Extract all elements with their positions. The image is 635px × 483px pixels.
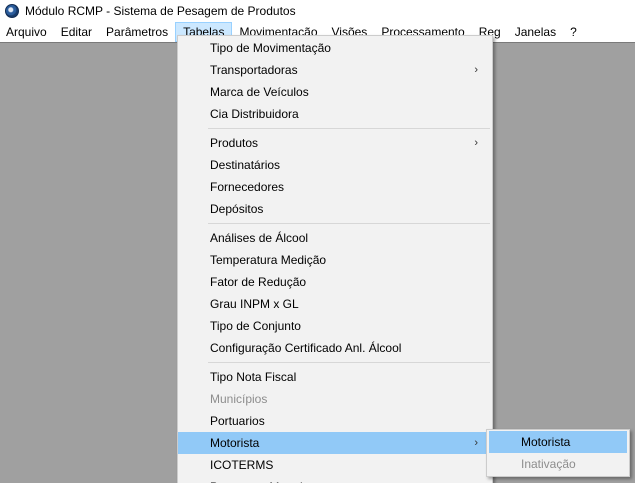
menu-item-label: Motorista <box>210 436 260 450</box>
menu-arquivo[interactable]: Arquivo <box>0 22 54 42</box>
menu-item-municipios: Municípios <box>178 388 492 410</box>
menu-separator <box>178 220 492 227</box>
submenu-arrow-icon: › <box>474 137 478 149</box>
menu-item-label: Tipo Nota Fiscal <box>210 370 297 384</box>
menu-item-label: Tipo de Movimentação <box>210 41 331 55</box>
menu-item-temperatura-medicao[interactable]: Temperatura Medição <box>178 249 492 271</box>
menu-item-label: Fator de Redução <box>210 275 307 289</box>
menu-item-tipo-nota-fiscal[interactable]: Tipo Nota Fiscal <box>178 366 492 388</box>
menu-item-label: Marca de Veículos <box>210 85 309 99</box>
menu-item-fator-de-reducao[interactable]: Fator de Redução <box>178 271 492 293</box>
title-bar: Módulo RCMP - Sistema de Pesagem de Prod… <box>0 0 635 22</box>
menu-item-configuracao-certificado-anl-alcool[interactable]: Configuração Certificado Anl. Álcool <box>178 337 492 359</box>
menu-item-label: Análises de Álcool <box>210 231 309 245</box>
menu-item-label: Fornecedores <box>210 180 285 194</box>
menu-editar[interactable]: Editar <box>54 22 99 42</box>
menu-janelas[interactable]: Janelas <box>508 22 563 42</box>
menu-item-label: Destinatários <box>210 158 281 172</box>
submenu-item-motorista[interactable]: Motorista <box>489 431 627 453</box>
menu-item-icoterms[interactable]: ICOTERMS <box>178 454 492 476</box>
submenu-item-inativacao: Inativação <box>521 457 576 471</box>
menu-item-label: Municípios <box>210 392 268 406</box>
menu-item-portuarios[interactable]: Portuarios <box>178 410 492 432</box>
menu-item-transportadoras[interactable]: Transportadoras › <box>178 59 492 81</box>
menu-item-label: Temperatura Medição <box>210 253 327 267</box>
menu-help[interactable]: ? <box>563 22 584 42</box>
menu-item-fornecedores[interactable]: Fornecedores <box>178 176 492 198</box>
menu-item-destinatarios[interactable]: Destinatários <box>178 154 492 176</box>
menu-item-grau-inpm-x-gl[interactable]: Grau INPM x GL <box>178 293 492 315</box>
menu-separator <box>178 359 492 366</box>
window-title: Módulo RCMP - Sistema de Pesagem de Prod… <box>25 4 296 18</box>
menu-item-cia-distribuidora[interactable]: Cia Distribuidora <box>178 103 492 125</box>
submenu-arrow-icon: › <box>474 437 478 449</box>
menu-item-produtos[interactable]: Produtos › <box>178 132 492 154</box>
submenu-arrow-icon: › <box>474 64 478 76</box>
menu-item-label: Transportadoras <box>210 63 298 77</box>
menu-separator <box>178 125 492 132</box>
menu-item-marca-de-veiculos[interactable]: Marca de Veículos <box>178 81 492 103</box>
menu-item-label: Depósitos <box>210 202 264 216</box>
app-icon <box>5 4 19 18</box>
menu-item-pessoas-e-motoristas[interactable]: Pessoas e Motoristas› <box>178 476 492 483</box>
submenu-arrow-icon: › <box>474 476 478 483</box>
menu-item-label: Grau INPM x GL <box>210 297 299 311</box>
menu-item-label: Cia Distribuidora <box>210 107 299 121</box>
menu-item-label: Configuração Certificado Anl. Álcool <box>210 341 402 355</box>
menu-item-tipo-de-conjunto[interactable]: Tipo de Conjunto <box>178 315 492 337</box>
tabelas-dropdown-menu: Tipo de Movimentação Transportadoras › Marc… <box>177 35 493 483</box>
menu-item-label: Tipo de Conjunto <box>210 319 301 333</box>
menu-item-analises-de-alcool[interactable]: Análises de Álcool <box>178 227 492 249</box>
motorista-submenu: Motorista Inativação <box>486 429 630 477</box>
menu-item-depositos[interactable]: Depósitos <box>178 198 492 220</box>
menu-item-tipo-de-movimentacao[interactable]: Tipo de Movimentação <box>178 37 492 59</box>
menu-item-label: Produtos <box>210 136 259 150</box>
menu-item-label: Portuarios <box>210 414 265 428</box>
menu-parametros[interactable]: Parâmetros <box>99 22 175 42</box>
menu-item-motorista[interactable]: Motorista › <box>178 432 492 454</box>
menu-item-label: ICOTERMS <box>210 458 274 472</box>
